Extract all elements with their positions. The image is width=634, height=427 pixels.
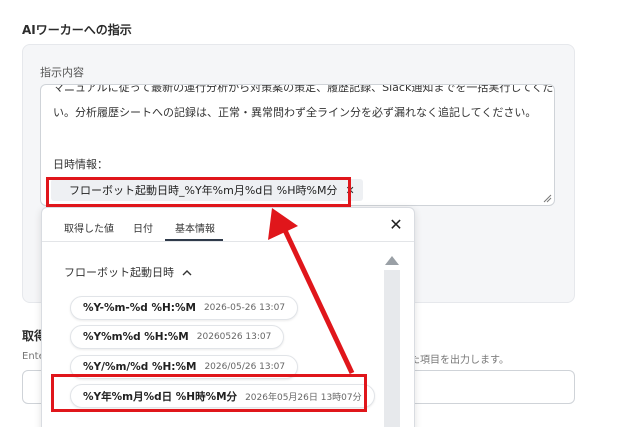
red-arrow-icon: [268, 208, 355, 375]
screen: AIワーカーへの指示 指示内容 マニュアルに従って最新の運行分析から対策案の策定…: [0, 0, 634, 427]
